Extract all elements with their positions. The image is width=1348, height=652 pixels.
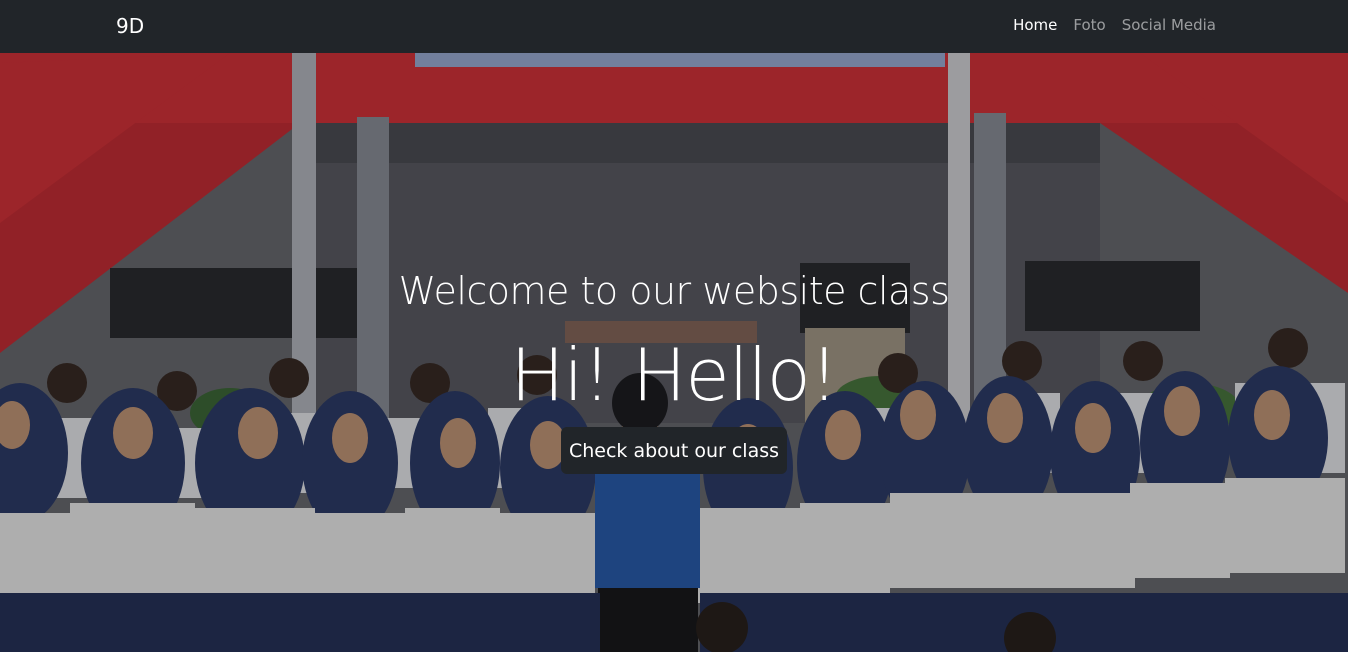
check-class-button[interactable]: Check about our class (561, 427, 787, 474)
hero-title: Hi! Hello! (510, 333, 838, 417)
nav-link-foto[interactable]: Foto (1065, 16, 1113, 34)
hero-subtitle: Welcome to our website class (398, 269, 950, 313)
nav-link-home[interactable]: Home (1005, 16, 1065, 34)
hero-section: Welcome to our website class Hi! Hello! … (0, 53, 1348, 652)
nav-links: Home Foto Social Media (1005, 16, 1224, 34)
navbar: 9D Home Foto Social Media (0, 0, 1348, 53)
brand-link[interactable]: 9D (116, 14, 144, 38)
nav-link-social-media[interactable]: Social Media (1114, 16, 1224, 34)
